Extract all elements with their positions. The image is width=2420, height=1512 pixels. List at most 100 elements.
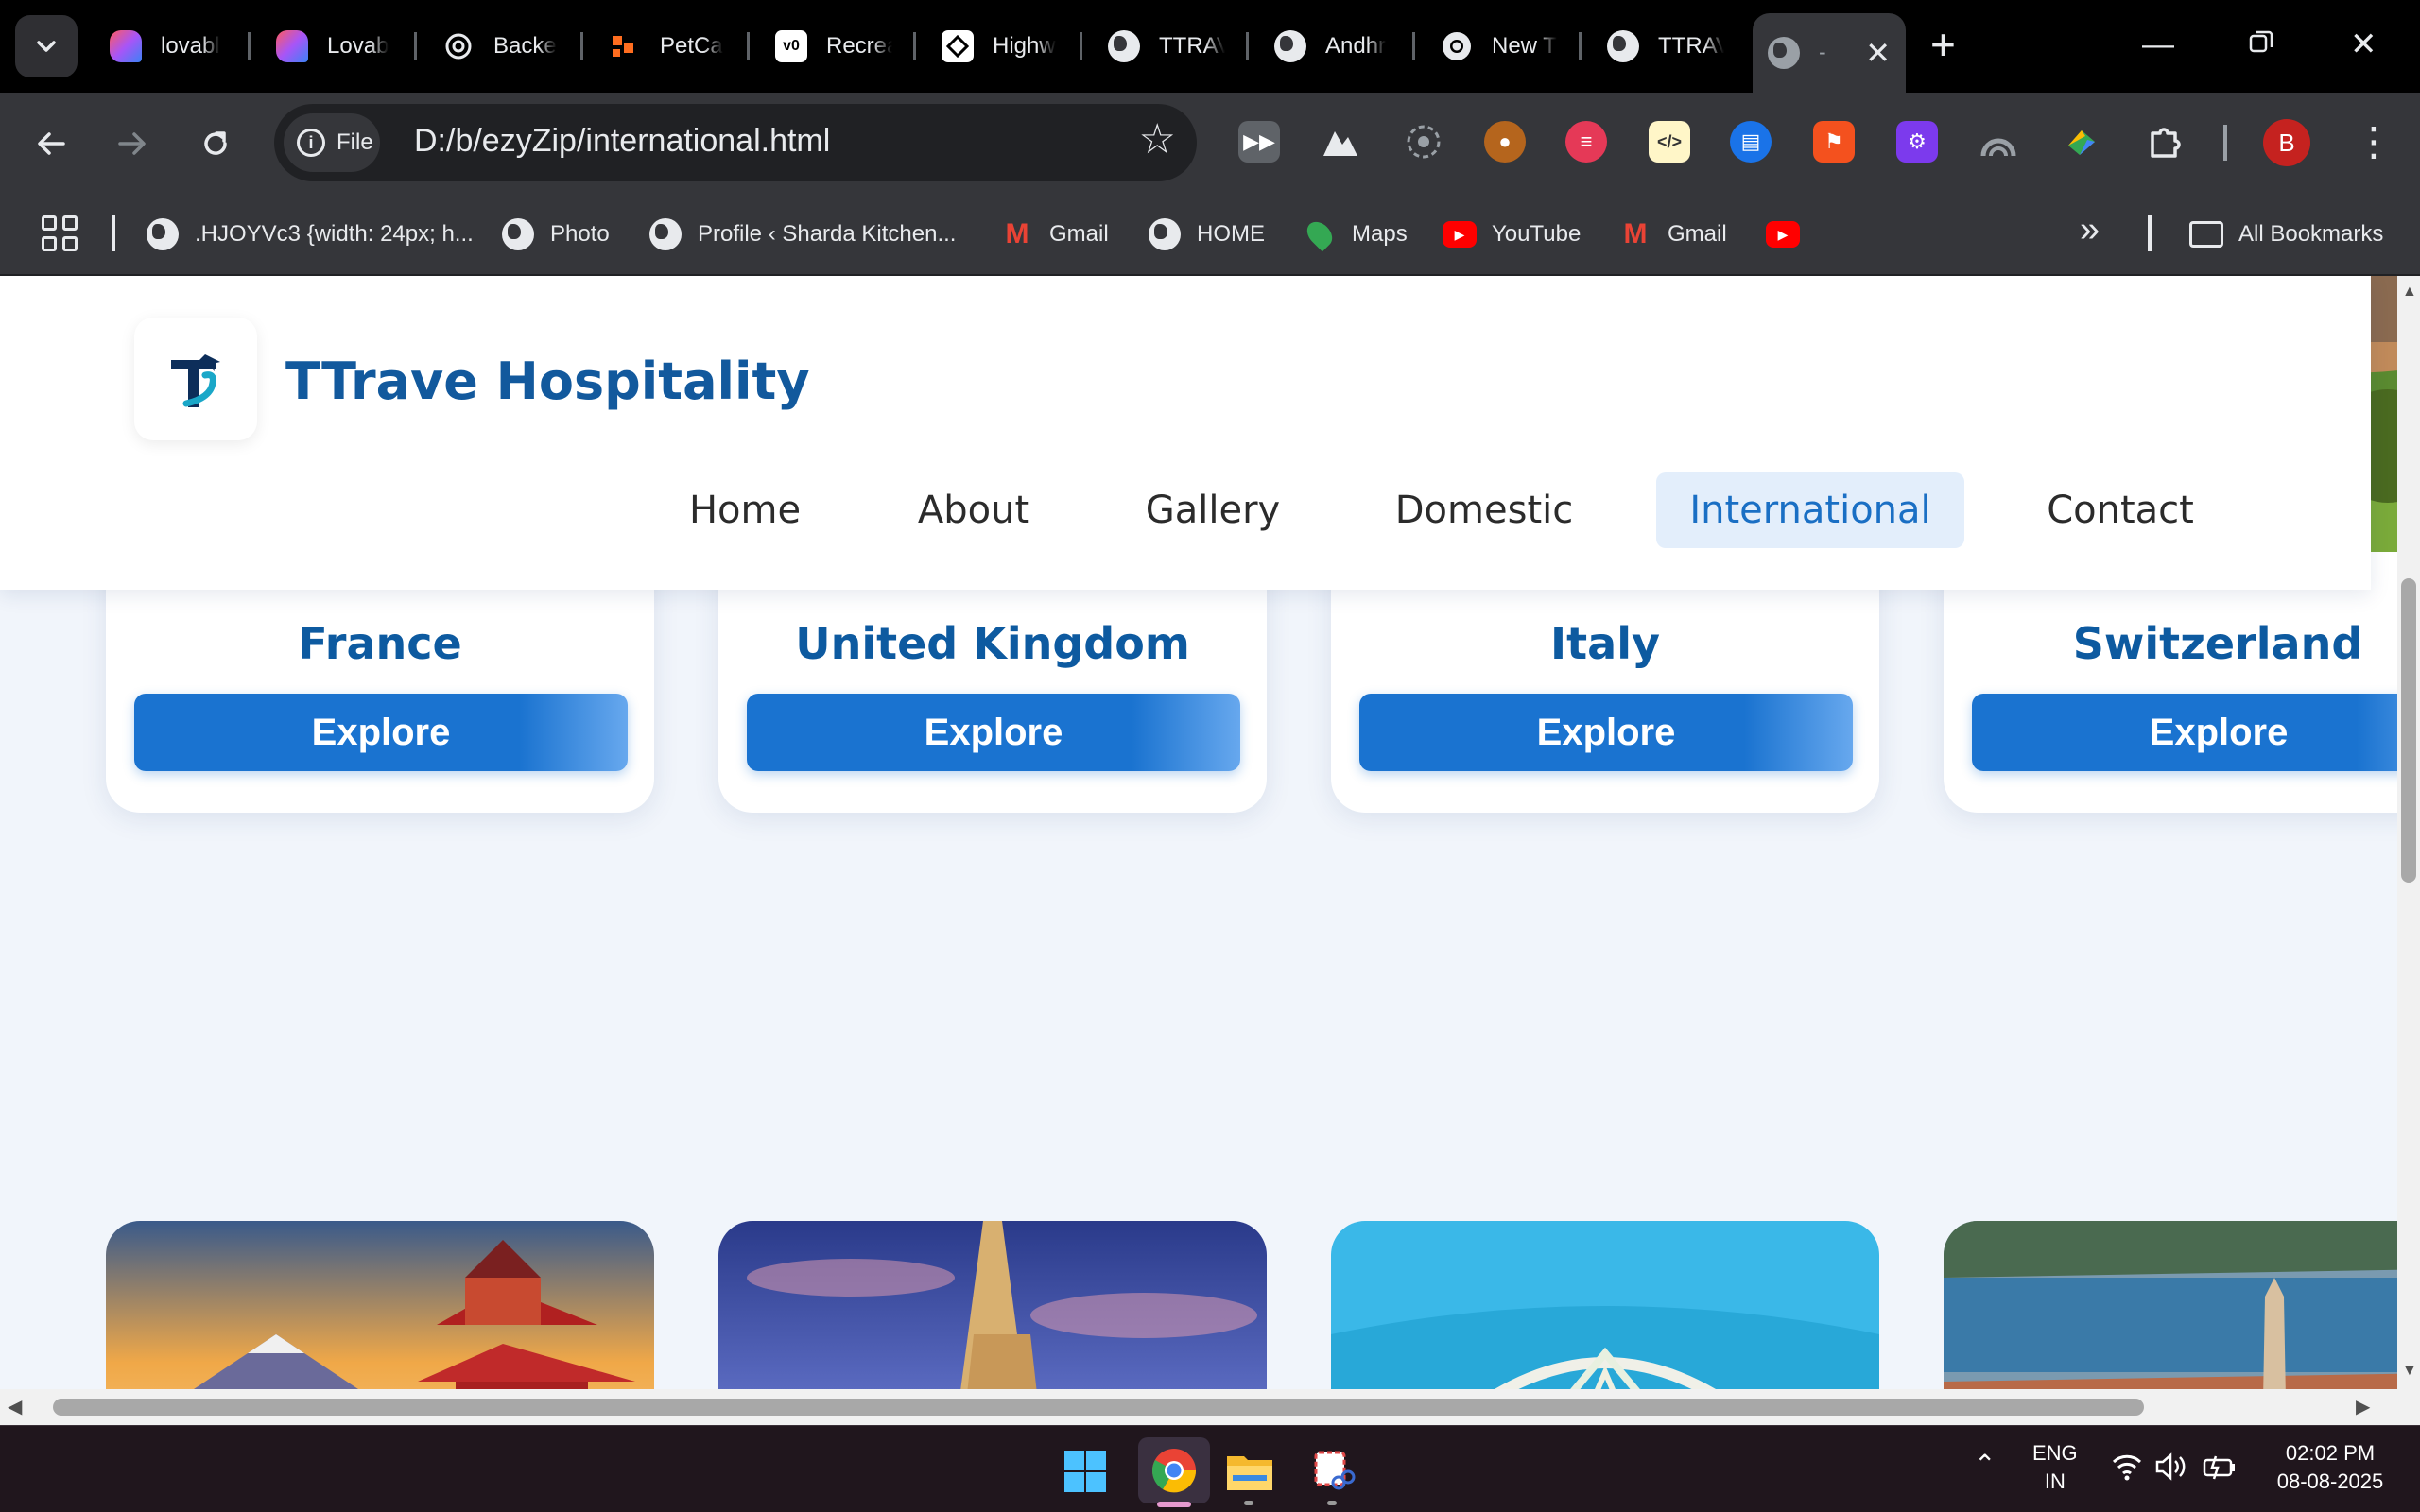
site-info-label: File: [337, 129, 373, 155]
tab-backend[interactable]: Backe: [427, 15, 575, 77]
bookmark-item[interactable]: M Gmail: [1618, 212, 1727, 257]
nav-home[interactable]: Home: [662, 472, 828, 548]
youtube-bookmark[interactable]: ▶: [1766, 212, 1815, 257]
close-window-button[interactable]: ✕: [2350, 21, 2377, 68]
nav-about[interactable]: About: [892, 472, 1055, 548]
bookmark-item[interactable]: HOME: [1148, 212, 1265, 257]
bookmark-item[interactable]: Profile ‹ Sharda Kitchen...: [648, 212, 956, 257]
bookmark-item[interactable]: Photo: [501, 212, 610, 257]
forward-button[interactable]: [106, 117, 159, 170]
language-indicator[interactable]: ENG IN: [2032, 1439, 2078, 1496]
vertical-scroll-thumb[interactable]: [2401, 578, 2416, 883]
tab-separator: [913, 32, 916, 60]
site-header: TTrave Hospitality Home About Gallery Do…: [0, 276, 2371, 590]
restore-button[interactable]: [2248, 21, 2274, 68]
close-tab-icon[interactable]: ✕: [1865, 38, 1891, 68]
nav-contact[interactable]: Contact: [2032, 472, 2208, 548]
tab-new-tab[interactable]: New T: [1426, 15, 1573, 77]
tab-recreate[interactable]: v0 Recrea: [760, 15, 908, 77]
tab-lovable-2[interactable]: Lovab: [261, 15, 408, 77]
nav-domestic[interactable]: Domestic: [1371, 472, 1598, 548]
montenegro-image: [1944, 1221, 2397, 1389]
address-bar[interactable]: i File D:/b/ezyZip/international.html ☆: [274, 104, 1197, 181]
clock[interactable]: 02:02 PM 08-08-2025: [2259, 1439, 2401, 1496]
bookmark-item[interactable]: M Gmail: [1000, 212, 1109, 257]
tab-ttrav-2[interactable]: TTRAV: [1592, 15, 1739, 77]
chatgpt-icon: [442, 30, 475, 62]
taskbar-snipping-tool-button[interactable]: [1305, 1443, 1361, 1505]
back-button[interactable]: [25, 117, 78, 170]
new-tab-button[interactable]: +: [1930, 21, 1956, 68]
windows-start-icon[interactable]: [1057, 1443, 1114, 1500]
show-hidden-icons-icon[interactable]: ⌃: [1974, 1451, 1996, 1479]
globe-icon: [648, 217, 683, 251]
docs-extension-icon[interactable]: ▤: [1730, 121, 1772, 163]
bookmark-item[interactable]: ▶ YouTube: [1443, 212, 1581, 257]
tab-ttrav-1[interactable]: TTRAV: [1093, 15, 1240, 77]
tab-separator: [1579, 32, 1582, 60]
bookmark-star-icon[interactable]: ☆: [1139, 115, 1176, 163]
reload-button[interactable]: [189, 117, 242, 170]
chrome-icon: [1151, 1449, 1197, 1493]
flag-extension-icon[interactable]: ⚑: [1813, 121, 1855, 163]
profile-avatar[interactable]: B: [2263, 119, 2310, 166]
info-icon: i: [297, 129, 325, 157]
explore-united-kingdom-button[interactable]: Explore: [747, 694, 1240, 771]
highway-icon: [942, 30, 974, 62]
apps-grid-icon[interactable]: [42, 215, 78, 251]
tab-active[interactable]: - ✕: [1753, 13, 1906, 93]
bookmark-item[interactable]: .HJOYVc3 {width: 24px; h...: [146, 212, 474, 257]
vertical-scrollbar[interactable]: ▲ ▼: [2397, 276, 2420, 1389]
bookmark-item[interactable]: Maps: [1302, 212, 1408, 257]
network-icon[interactable]: [2112, 1452, 2142, 1488]
more-bookmarks-icon[interactable]: »: [2080, 210, 2100, 250]
all-bookmarks-button[interactable]: All Bookmarks: [2189, 212, 2383, 257]
color-extension-icon[interactable]: [2061, 121, 2102, 163]
battery-icon[interactable]: [2203, 1452, 2237, 1488]
tab-petcare[interactable]: PetCa: [594, 15, 741, 77]
arc-extension-icon[interactable]: [1978, 121, 2019, 163]
tab-title: Highw: [993, 33, 1056, 59]
site-info-chip[interactable]: i File: [284, 113, 380, 172]
tab-lovable-1[interactable]: lovabl: [95, 15, 242, 77]
chrome-icon: [1441, 30, 1473, 62]
mountain-extension-icon[interactable]: [1320, 121, 1361, 163]
scroll-left-icon[interactable]: ◀: [8, 1395, 22, 1418]
url-text[interactable]: D:/b/ezyZip/international.html: [414, 123, 830, 160]
japan-image: [106, 1221, 654, 1389]
bookmark-label: .HJOYVc3 {width: 24px; h...: [195, 221, 474, 247]
cookie-extension-icon[interactable]: ●: [1484, 121, 1526, 163]
browser-menu-icon[interactable]: ⋮: [2354, 113, 2394, 170]
taskbar-chrome-button[interactable]: [1138, 1437, 1210, 1507]
nav-gallery[interactable]: Gallery: [1125, 472, 1301, 548]
extensions-puzzle-icon[interactable]: [2144, 121, 2186, 163]
tab-andhra[interactable]: Andhr: [1259, 15, 1407, 77]
active-app-indicator: [1157, 1502, 1191, 1507]
scroll-right-icon[interactable]: ▶: [2356, 1395, 2370, 1418]
taskbar-file-explorer-button[interactable]: [1221, 1443, 1278, 1505]
minimize-button[interactable]: —: [2142, 21, 2174, 68]
brand-name[interactable]: TTrave Hospitality: [285, 352, 810, 411]
horizontal-scrollbar[interactable]: ◀ ▶: [0, 1389, 2420, 1425]
scroll-down-icon[interactable]: ▼: [2402, 1363, 2417, 1380]
explore-france-button[interactable]: Explore: [134, 694, 628, 771]
explore-switzerland-button[interactable]: Explore: [1972, 694, 2397, 771]
tab-separator: [1412, 32, 1415, 60]
tab-search-button[interactable]: [15, 15, 78, 77]
explore-italy-button[interactable]: Explore: [1359, 694, 1853, 771]
settings-extension-icon[interactable]: ⚙: [1896, 121, 1938, 163]
logo[interactable]: [134, 318, 257, 440]
stripe-extension-icon[interactable]: ≡: [1565, 121, 1607, 163]
code-extension-icon[interactable]: </>: [1649, 121, 1690, 163]
media-extension-icon[interactable]: ▶▶: [1238, 121, 1280, 163]
bookmark-label: Photo: [550, 221, 610, 247]
scroll-up-icon[interactable]: ▲: [2402, 284, 2417, 301]
horizontal-scroll-thumb[interactable]: [53, 1399, 2144, 1416]
back-arrow-icon: [38, 132, 65, 155]
recorder-extension-icon[interactable]: [1403, 121, 1444, 163]
tab-highway[interactable]: Highw: [926, 15, 1074, 77]
thailand-image: [718, 1221, 1267, 1389]
volume-icon[interactable]: [2155, 1452, 2187, 1488]
nav-international[interactable]: International: [1656, 472, 1964, 548]
screen: lovabl Lovab Backe PetCa v0 Recrea Highw…: [0, 0, 2420, 1512]
